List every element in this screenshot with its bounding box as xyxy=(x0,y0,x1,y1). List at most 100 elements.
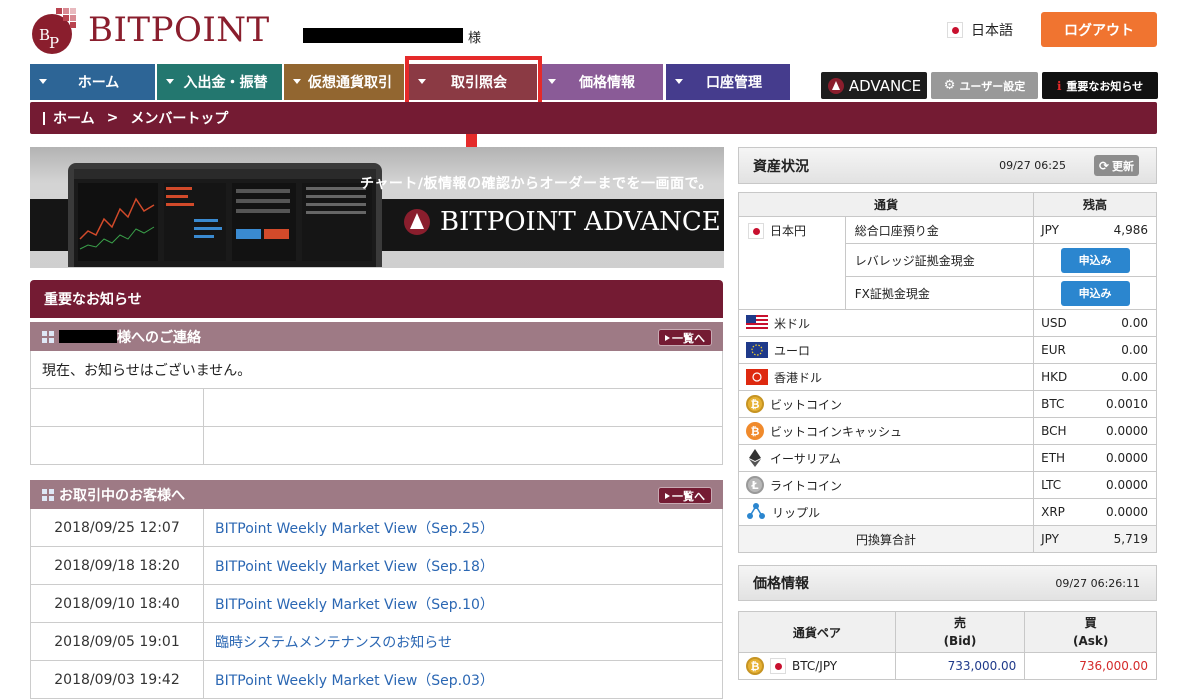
user-settings-label: ユーザー設定 xyxy=(959,79,1026,93)
price-title: 価格情報 xyxy=(753,576,809,592)
table-row: ユーロ EUR 0.00 xyxy=(737,336,1157,364)
fx-apply-button[interactable]: 申込み xyxy=(1060,280,1130,306)
grid-icon xyxy=(42,488,54,501)
japan-flag-icon xyxy=(748,222,764,239)
balance-value: 4,986 xyxy=(1077,216,1157,244)
breadcrumb-separator: > xyxy=(106,110,119,126)
empty-cell xyxy=(204,389,722,426)
table-row: イーサリアム ETH 0.0000 xyxy=(737,444,1157,472)
price-timestamp: 09/27 06:26:11 xyxy=(1055,577,1140,590)
notice-link[interactable]: BITPoint Weekly Market View（Sep.18） xyxy=(204,547,722,584)
table-row: Ł ライトコイン LTC 0.0000 xyxy=(737,471,1157,499)
col-balance: 残高 xyxy=(1033,192,1157,217)
currency-name: 香港ドル xyxy=(774,370,823,385)
balance-value: 0.0000 xyxy=(1077,498,1157,526)
customer-more-button[interactable]: 一覧へ xyxy=(658,487,712,504)
notice-date: 2018/09/03 19:42 xyxy=(31,661,204,698)
apply-cell: 申込み xyxy=(1033,276,1157,310)
banner-brand: BITPOINT ADVANCE xyxy=(402,207,721,237)
assets-title: 資産状況 xyxy=(753,158,809,175)
price-header: 価格情報 09/27 06:26:11 xyxy=(738,565,1157,601)
important-notice-label: 重要なお知らせ xyxy=(1066,79,1144,93)
currency-name: ライトコイン xyxy=(770,478,843,493)
total-value: 5,719 xyxy=(1077,525,1157,553)
currency-name: ビットコイン xyxy=(770,397,843,412)
highlight-box xyxy=(405,56,542,108)
table-row: リップル XRP 0.0000 xyxy=(737,498,1157,526)
currency-name: 米ドル xyxy=(774,316,811,331)
more-label: 一覧へ xyxy=(672,489,705,503)
list-item[interactable]: 2018/09/05 19:01 臨時システムメンテナンスのお知らせ xyxy=(31,623,722,661)
list-item[interactable]: 2018/09/25 12:07 BITPoint Weekly Market … xyxy=(31,509,722,547)
advance-button[interactable]: ADVANCE xyxy=(821,72,927,99)
balance-label: FX証拠金現金 xyxy=(844,276,1035,310)
assets-timestamp: 09/27 06:25 xyxy=(999,159,1066,172)
nav-deposit-withdraw[interactable]: 入出金・振替 xyxy=(157,64,282,100)
us-flag-icon xyxy=(746,315,768,331)
notice-link[interactable]: BITPoint Weekly Market View（Sep.25） xyxy=(204,509,722,546)
currency-code: JPY xyxy=(1033,216,1078,244)
refresh-label: 更新 xyxy=(1112,159,1135,173)
empty-cell xyxy=(31,427,204,464)
section-title: 重要なお知らせ xyxy=(44,292,142,308)
bitcoin-icon: ₿ xyxy=(746,395,764,413)
table-row[interactable]: ₿ BTC/JPY 733,000.00 736,000.00 xyxy=(738,652,1157,680)
important-notice-button[interactable]: ℹ 重要なお知らせ xyxy=(1042,72,1158,99)
nav-price-info[interactable]: 価格情報 xyxy=(539,64,663,100)
refresh-button[interactable]: ⟳ 更新 xyxy=(1094,155,1139,176)
advance-banner[interactable]: チャート/板情報の確認からオーダーまでを一画面で。 BITPOINT ADVAN… xyxy=(30,147,724,268)
nav-crypto-trade[interactable]: 仮想通貨取引 xyxy=(284,64,404,100)
pair-name: BTC/JPY xyxy=(792,659,838,673)
balance-value: 0.00 xyxy=(1077,309,1157,337)
language-selector[interactable]: 日本語 xyxy=(947,20,1013,40)
currency-code: BTC xyxy=(1033,390,1078,418)
gear-icon: ⚙ xyxy=(943,78,956,93)
important-notice-header: 重要なお知らせ xyxy=(30,280,723,318)
balance-value: 0.00 xyxy=(1077,336,1157,364)
bitpoint-logo-icon: B P xyxy=(32,8,76,54)
notice-date: 2018/09/05 19:01 xyxy=(31,623,204,660)
currency-code: EUR xyxy=(1033,336,1078,364)
currency-name: リップル xyxy=(772,505,821,520)
table-row: 香港ドル HKD 0.00 xyxy=(737,363,1157,391)
banner-brand-text: BITPOINT ADVANCE xyxy=(440,207,721,237)
balance-value: 0.0000 xyxy=(1077,471,1157,499)
col-pair: 通貨ペア xyxy=(738,611,896,653)
list-item[interactable]: 2018/09/18 18:20 BITPoint Weekly Market … xyxy=(31,547,722,585)
leverage-apply-button[interactable]: 申込み xyxy=(1060,247,1130,273)
nav-home[interactable]: ホーム xyxy=(30,64,155,100)
customer-notice-title: お取引中のお客様へ xyxy=(59,487,185,504)
bitcoin-cash-icon: ₿ xyxy=(746,422,764,440)
currency-name: 日本円 xyxy=(770,224,807,238)
balance-label: レバレッジ証拠金現金 xyxy=(844,243,1035,277)
language-label: 日本語 xyxy=(971,23,1013,39)
nav-label: 入出金・振替 xyxy=(183,75,268,91)
user-settings-button[interactable]: ⚙ ユーザー設定 xyxy=(931,72,1038,99)
user-honorific: 様 xyxy=(468,31,482,46)
currency-code: LTC xyxy=(1033,471,1078,499)
jpy-currency-cell: 日本円 xyxy=(738,216,846,310)
personal-more-button[interactable]: 一覧へ xyxy=(658,329,712,346)
nav-label: 口座管理 xyxy=(706,75,762,91)
grid-icon xyxy=(42,330,54,343)
currency-code: BCH xyxy=(1033,417,1078,445)
bitpoint-logo[interactable]: B P BITPOINT xyxy=(30,6,280,56)
list-item[interactable]: 2018/09/03 19:42 BITPoint Weekly Market … xyxy=(31,661,722,699)
logout-button[interactable]: ログアウト xyxy=(1041,12,1157,47)
col-sell: 売 (Bid) xyxy=(894,611,1026,653)
price-table: 通貨ペア 売 (Bid) 買 (Ask) ₿ BTC/JPY 733,000.0… xyxy=(738,611,1157,680)
notice-date: 2018/09/18 18:20 xyxy=(31,547,204,584)
notice-link[interactable]: 臨時システムメンテナンスのお知らせ xyxy=(204,623,722,660)
balance-value: 0.0000 xyxy=(1077,444,1157,472)
bid-value[interactable]: 733,000.00 xyxy=(894,652,1026,680)
svg-text:P: P xyxy=(49,34,59,52)
notice-link[interactable]: BITPoint Weekly Market View（Sep.03） xyxy=(204,661,722,698)
list-item[interactable]: 2018/09/10 18:40 BITPoint Weekly Market … xyxy=(31,585,722,623)
advance-logo-icon xyxy=(404,209,430,235)
breadcrumb-home[interactable]: ホーム xyxy=(53,108,95,128)
breadcrumb-bar-icon xyxy=(43,111,45,125)
nav-account[interactable]: 口座管理 xyxy=(666,64,790,100)
personal-notice-title: 様へのご連絡 xyxy=(117,329,201,346)
notice-link[interactable]: BITPoint Weekly Market View（Sep.10） xyxy=(204,585,722,622)
ask-value[interactable]: 736,000.00 xyxy=(1024,652,1157,680)
